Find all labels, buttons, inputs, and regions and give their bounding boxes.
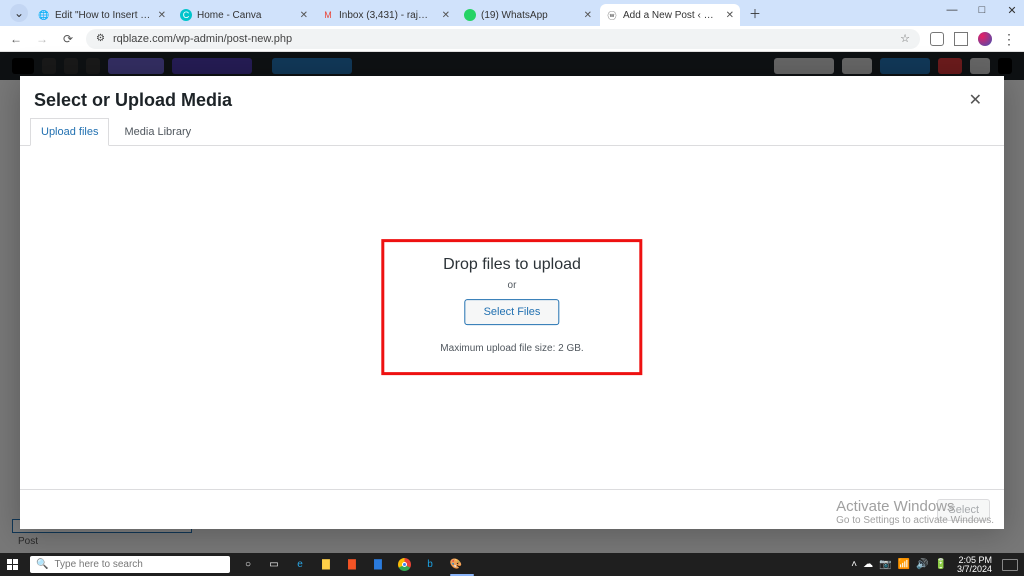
tab-title: Add a New Post ‹ Blaze — Wo	[623, 10, 720, 21]
windows-taskbar: 🔍 Type here to search ○ ▭ e ▇ ▇ ▇ b 🎨 ˄ …	[0, 553, 1024, 576]
close-window-button[interactable]: ✕	[1004, 4, 1020, 17]
kebab-menu-icon[interactable]: ⋮	[1002, 32, 1016, 46]
window-controls: — □ ✕	[944, 4, 1020, 17]
close-icon[interactable]: ✕	[726, 10, 734, 21]
action-center-icon[interactable]	[1002, 559, 1018, 571]
tab-title: Home - Canva	[197, 10, 294, 21]
canva-icon: C	[180, 9, 192, 21]
file-explorer-icon[interactable]: ▇	[314, 553, 338, 576]
tab-add-new-post[interactable]: ⓦ Add a New Post ‹ Blaze — Wo ✕	[600, 4, 740, 26]
profile-avatar-icon[interactable]	[978, 32, 992, 46]
battery-icon[interactable]: 🔋	[935, 559, 947, 570]
task-view-icon[interactable]: ▭	[262, 553, 286, 576]
tab-title: Inbox (3,431) - rajmehmood51	[339, 10, 436, 21]
tab-edit-post[interactable]: 🌐 Edit "How to Insert Media in W ✕	[32, 4, 172, 26]
select-button[interactable]: Select	[937, 499, 990, 521]
whatsapp-icon	[464, 9, 476, 21]
new-tab-button[interactable]: ＋	[746, 4, 764, 22]
tab-whatsapp[interactable]: (19) WhatsApp ✕	[458, 4, 598, 26]
paint-icon[interactable]: 🎨	[444, 553, 468, 576]
toolbar-icons: ⋮	[930, 32, 1016, 46]
close-icon[interactable]: ✕	[158, 10, 166, 21]
dropzone-heading: Drop files to upload	[440, 256, 583, 274]
address-bar[interactable]: ⚙ rqblaze.com/wp-admin/post-new.php ☆	[86, 29, 920, 49]
bing-icon[interactable]: b	[418, 553, 442, 576]
minimize-button[interactable]: —	[944, 4, 960, 17]
url-text: rqblaze.com/wp-admin/post-new.php	[113, 33, 292, 45]
select-files-button[interactable]: Select Files	[465, 299, 560, 325]
clock-date: 3/7/2024	[957, 565, 992, 574]
max-upload-note: Maximum upload file size: 2 GB.	[440, 343, 583, 354]
reading-list-icon[interactable]	[954, 32, 968, 46]
modal-tabs: Upload files Media Library	[20, 117, 1004, 146]
app-icon[interactable]: ▇	[340, 553, 364, 576]
wordpress-icon: ⓦ	[606, 9, 618, 21]
browser-tabstrip: ⌄ 🌐 Edit "How to Insert Media in W ✕ C H…	[0, 0, 1024, 26]
tab-canva[interactable]: C Home - Canva ✕	[174, 4, 314, 26]
tray-chevron-icon[interactable]: ˄	[851, 559, 857, 570]
tab-gmail[interactable]: M Inbox (3,431) - rajmehmood51 ✕	[316, 4, 456, 26]
tab-title: (19) WhatsApp	[481, 10, 578, 21]
browser-toolbar: ← → ⟳ ⚙ rqblaze.com/wp-admin/post-new.ph…	[0, 26, 1024, 52]
modal-body: Drop files to upload or Select Files Max…	[20, 146, 1004, 489]
site-settings-icon[interactable]: ⚙	[96, 33, 105, 44]
annotation-highlight-box: Drop files to upload or Select Files Max…	[381, 239, 642, 375]
tab-upload-files[interactable]: Upload files	[30, 118, 109, 146]
windows-logo-icon	[7, 559, 19, 571]
close-icon[interactable]: ✕	[584, 10, 592, 21]
search-icon: 🔍	[36, 559, 48, 570]
mail-icon[interactable]: ▇	[366, 553, 390, 576]
meet-now-icon[interactable]: 📷	[879, 559, 891, 570]
dropzone-or-text: or	[440, 280, 583, 291]
edge-icon[interactable]: e	[288, 553, 312, 576]
tab-dropdown[interactable]: ⌄	[10, 4, 28, 22]
modal-footer: Select	[20, 489, 1004, 529]
maximize-button[interactable]: □	[974, 4, 990, 17]
taskbar-clock[interactable]: 2:05 PM 3/7/2024	[953, 556, 996, 574]
volume-icon[interactable]: 🔊	[916, 559, 928, 570]
forward-button[interactable]: →	[34, 32, 50, 46]
start-button[interactable]	[0, 553, 26, 576]
extensions-icon[interactable]	[930, 32, 944, 46]
tab-title: Edit "How to Insert Media in W	[55, 10, 152, 21]
modal-close-button[interactable]: ✕	[965, 90, 986, 110]
cortana-icon[interactable]: ○	[236, 553, 260, 576]
onedrive-icon[interactable]: ☁	[863, 559, 873, 570]
taskbar-search[interactable]: 🔍 Type here to search	[30, 556, 230, 573]
bookmark-star-icon[interactable]: ☆	[900, 32, 910, 45]
reload-button[interactable]: ⟳	[60, 32, 76, 46]
close-icon[interactable]: ✕	[300, 10, 308, 21]
globe-icon: 🌐	[38, 9, 50, 21]
back-button[interactable]: ←	[8, 32, 24, 46]
chrome-icon[interactable]	[392, 553, 416, 576]
wifi-icon[interactable]: 📶	[898, 559, 910, 570]
close-icon[interactable]: ✕	[442, 10, 450, 21]
system-tray: ˄ ☁ 📷 📶 🔊 🔋 2:05 PM 3/7/2024	[851, 553, 1024, 576]
media-modal: Select or Upload Media ✕ Upload files Me…	[20, 76, 1004, 529]
modal-title: Select or Upload Media	[34, 90, 232, 111]
tab-media-library[interactable]: Media Library	[113, 118, 202, 146]
gmail-icon: M	[322, 9, 334, 21]
search-placeholder: Type here to search	[54, 559, 142, 570]
